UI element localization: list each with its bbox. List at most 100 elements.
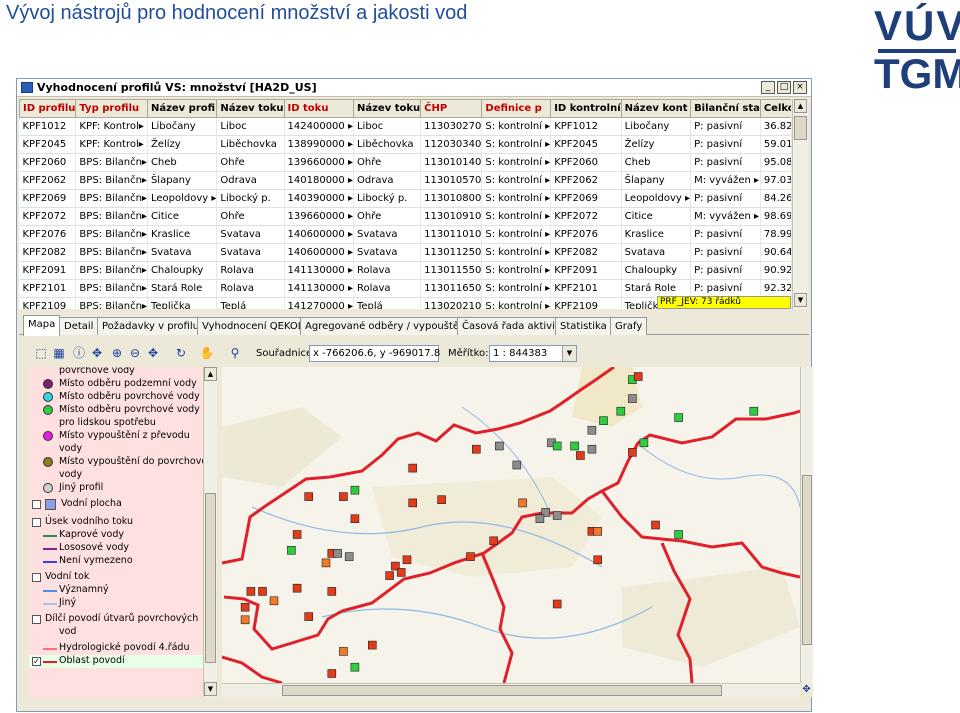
coordinates-field[interactable]: x -766206.6, y -969017.8 bbox=[309, 345, 440, 362]
profile-marker[interactable] bbox=[350, 485, 360, 495]
legend-item[interactable]: Vodní plocha bbox=[29, 498, 203, 511]
layer-checkbox[interactable]: ✓ bbox=[32, 657, 41, 666]
profile-marker[interactable] bbox=[396, 568, 406, 577]
map-vertical-scrollbar[interactable] bbox=[800, 367, 813, 683]
profile-marker[interactable] bbox=[350, 662, 360, 672]
minimize-button[interactable]: _ bbox=[761, 81, 775, 94]
legend-item[interactable]: Vodní tok bbox=[29, 571, 203, 584]
profile-marker[interactable] bbox=[593, 555, 603, 565]
column-header[interactable]: Název profi bbox=[146, 99, 218, 118]
profile-marker[interactable] bbox=[674, 530, 683, 539]
profile-marker[interactable] bbox=[633, 372, 643, 381]
legend-item[interactable]: vody bbox=[29, 443, 203, 456]
profile-marker[interactable] bbox=[518, 498, 527, 508]
profile-marker[interactable] bbox=[489, 536, 499, 546]
column-header[interactable]: ID kontrolní bbox=[550, 99, 622, 118]
column-header[interactable]: ČHP bbox=[420, 99, 483, 118]
profile-marker[interactable] bbox=[402, 555, 412, 565]
layer-checkbox[interactable] bbox=[32, 573, 41, 582]
table-row[interactable]: KPF2082 BPS: Bilančn▸ Svatava Svatava 140600… bbox=[19, 243, 791, 262]
select-rect-icon[interactable]: ⬚ bbox=[33, 345, 49, 361]
scroll-down-icon[interactable]: ▼ bbox=[794, 293, 807, 307]
zoom-in-icon[interactable]: ⊕ bbox=[109, 345, 125, 361]
profile-marker[interactable] bbox=[350, 514, 360, 523]
profile-marker[interactable] bbox=[321, 558, 331, 568]
profile-marker[interactable] bbox=[552, 599, 562, 609]
table-row[interactable]: KPF2045 KPF: Kontrol▸ Želízy Liběchovka 1389… bbox=[19, 135, 791, 154]
profile-marker[interactable] bbox=[304, 492, 313, 501]
tab-agregovane-odbery[interactable]: Agregované odběry / vypouštění bbox=[300, 317, 474, 335]
pan-icon[interactable]: ✥ bbox=[89, 345, 105, 361]
profile-marker[interactable] bbox=[552, 511, 562, 520]
legend-item[interactable]: Úsek vodního toku bbox=[29, 516, 203, 529]
tab-pozadavky[interactable]: Požadavky v profilu bbox=[97, 317, 204, 335]
column-header[interactable]: Název kont bbox=[620, 99, 692, 118]
profile-marker[interactable] bbox=[749, 406, 759, 416]
hand-icon[interactable]: ✋ bbox=[199, 345, 215, 361]
layer-checkbox[interactable] bbox=[32, 500, 41, 509]
map-view[interactable] bbox=[222, 367, 800, 683]
profile-marker[interactable] bbox=[246, 587, 256, 596]
profile-marker[interactable] bbox=[593, 527, 603, 536]
column-header[interactable]: Definice p bbox=[481, 99, 552, 118]
table-vertical-scrollbar[interactable]: ▲ ▼ bbox=[792, 99, 808, 309]
profile-marker[interactable] bbox=[292, 583, 302, 593]
profile-marker[interactable] bbox=[495, 441, 504, 451]
profile-marker[interactable] bbox=[437, 495, 446, 504]
profile-marker[interactable] bbox=[552, 441, 562, 451]
legend-item[interactable]: vody bbox=[29, 469, 203, 482]
column-header[interactable]: ID toku bbox=[283, 99, 354, 118]
scroll-up-icon[interactable]: ▲ bbox=[204, 367, 217, 381]
profiles-table[interactable]: ID profilu Typ profilu Název profi Název to… bbox=[19, 99, 791, 309]
refresh-icon[interactable]: ↻ bbox=[173, 345, 189, 361]
legend-item[interactable]: Hydrologické povodí 4.řádu bbox=[29, 642, 203, 655]
legend-item[interactable]: Místo vypouštění z převodu bbox=[29, 430, 203, 443]
column-header[interactable]: Typ profilu bbox=[75, 99, 148, 118]
profile-marker[interactable] bbox=[385, 571, 394, 580]
table-row[interactable]: KPF2072 BPS: Bilančn▸ Citice Ohře 139660000 … bbox=[19, 207, 791, 226]
tab-grafy[interactable]: Grafy bbox=[610, 317, 648, 335]
tab-detail[interactable]: Detail bbox=[59, 317, 99, 335]
map-vscroll-thumb[interactable] bbox=[802, 475, 812, 645]
profile-marker[interactable] bbox=[512, 460, 522, 470]
profile-marker[interactable] bbox=[587, 444, 597, 454]
layer-checkbox[interactable] bbox=[32, 518, 41, 527]
legend-item[interactable]: ✓ Oblast povodí bbox=[29, 655, 203, 668]
legend-scroll-thumb[interactable] bbox=[205, 493, 216, 663]
map-hscroll-thumb[interactable] bbox=[282, 685, 722, 696]
select-layer-icon[interactable]: ▦ bbox=[51, 345, 67, 361]
table-row[interactable]: KPF2060 BPS: Bilančn▸ Cheb Ohře 139660000 ▸ O… bbox=[19, 153, 791, 172]
legend-item[interactable]: Místo odběru povrchové vody bbox=[29, 391, 203, 404]
profile-marker[interactable] bbox=[240, 615, 250, 625]
map-legend[interactable]: povrchové vody Místo odběru podzemní vody… bbox=[29, 367, 217, 697]
legend-item[interactable]: Významný bbox=[29, 584, 203, 597]
table-row[interactable]: KPF2091 BPS: Bilančn▸ Chaloupky Rolava 14113… bbox=[19, 261, 791, 280]
layer-checkbox[interactable] bbox=[32, 615, 41, 624]
chevron-down-icon[interactable]: ▼ bbox=[562, 346, 576, 361]
pan-corner-icon[interactable]: ✥ bbox=[800, 683, 813, 697]
legend-scrollbar[interactable]: ▲ ▼ bbox=[203, 367, 217, 697]
profile-marker[interactable] bbox=[674, 413, 683, 422]
profile-marker[interactable] bbox=[240, 602, 250, 612]
table-row[interactable]: KPF1012 KPF: Kontrol▸ Libočany Liboc 1424000… bbox=[19, 117, 791, 136]
profile-marker[interactable] bbox=[327, 669, 337, 678]
zoom-out-icon[interactable]: ⊖ bbox=[127, 345, 143, 361]
profile-marker[interactable] bbox=[304, 612, 313, 621]
profile-marker[interactable] bbox=[639, 438, 649, 448]
map-canvas[interactable] bbox=[222, 367, 800, 683]
maximize-button[interactable]: □ bbox=[777, 81, 791, 94]
legend-item[interactable]: Jiný profil bbox=[29, 482, 203, 495]
profile-marker[interactable] bbox=[587, 425, 597, 435]
tab-vyhodnoceni-qekol[interactable]: Vyhodnocení QEKOL bbox=[197, 317, 309, 335]
profile-marker[interactable] bbox=[472, 444, 481, 454]
scroll-down-icon[interactable]: ▼ bbox=[204, 682, 217, 696]
profile-marker[interactable] bbox=[327, 587, 337, 596]
profile-marker[interactable] bbox=[628, 394, 637, 403]
profile-marker[interactable] bbox=[269, 596, 279, 606]
full-extent-icon[interactable]: ✥ bbox=[145, 345, 161, 361]
info-icon[interactable]: ⓘ bbox=[71, 345, 87, 361]
legend-item[interactable]: Není vymezeno bbox=[29, 555, 203, 568]
legend-item[interactable]: pro lidskou spotřebu bbox=[29, 417, 203, 430]
legend-item[interactable]: Lososové vody bbox=[29, 542, 203, 555]
column-header[interactable]: ID profilu bbox=[19, 99, 77, 118]
